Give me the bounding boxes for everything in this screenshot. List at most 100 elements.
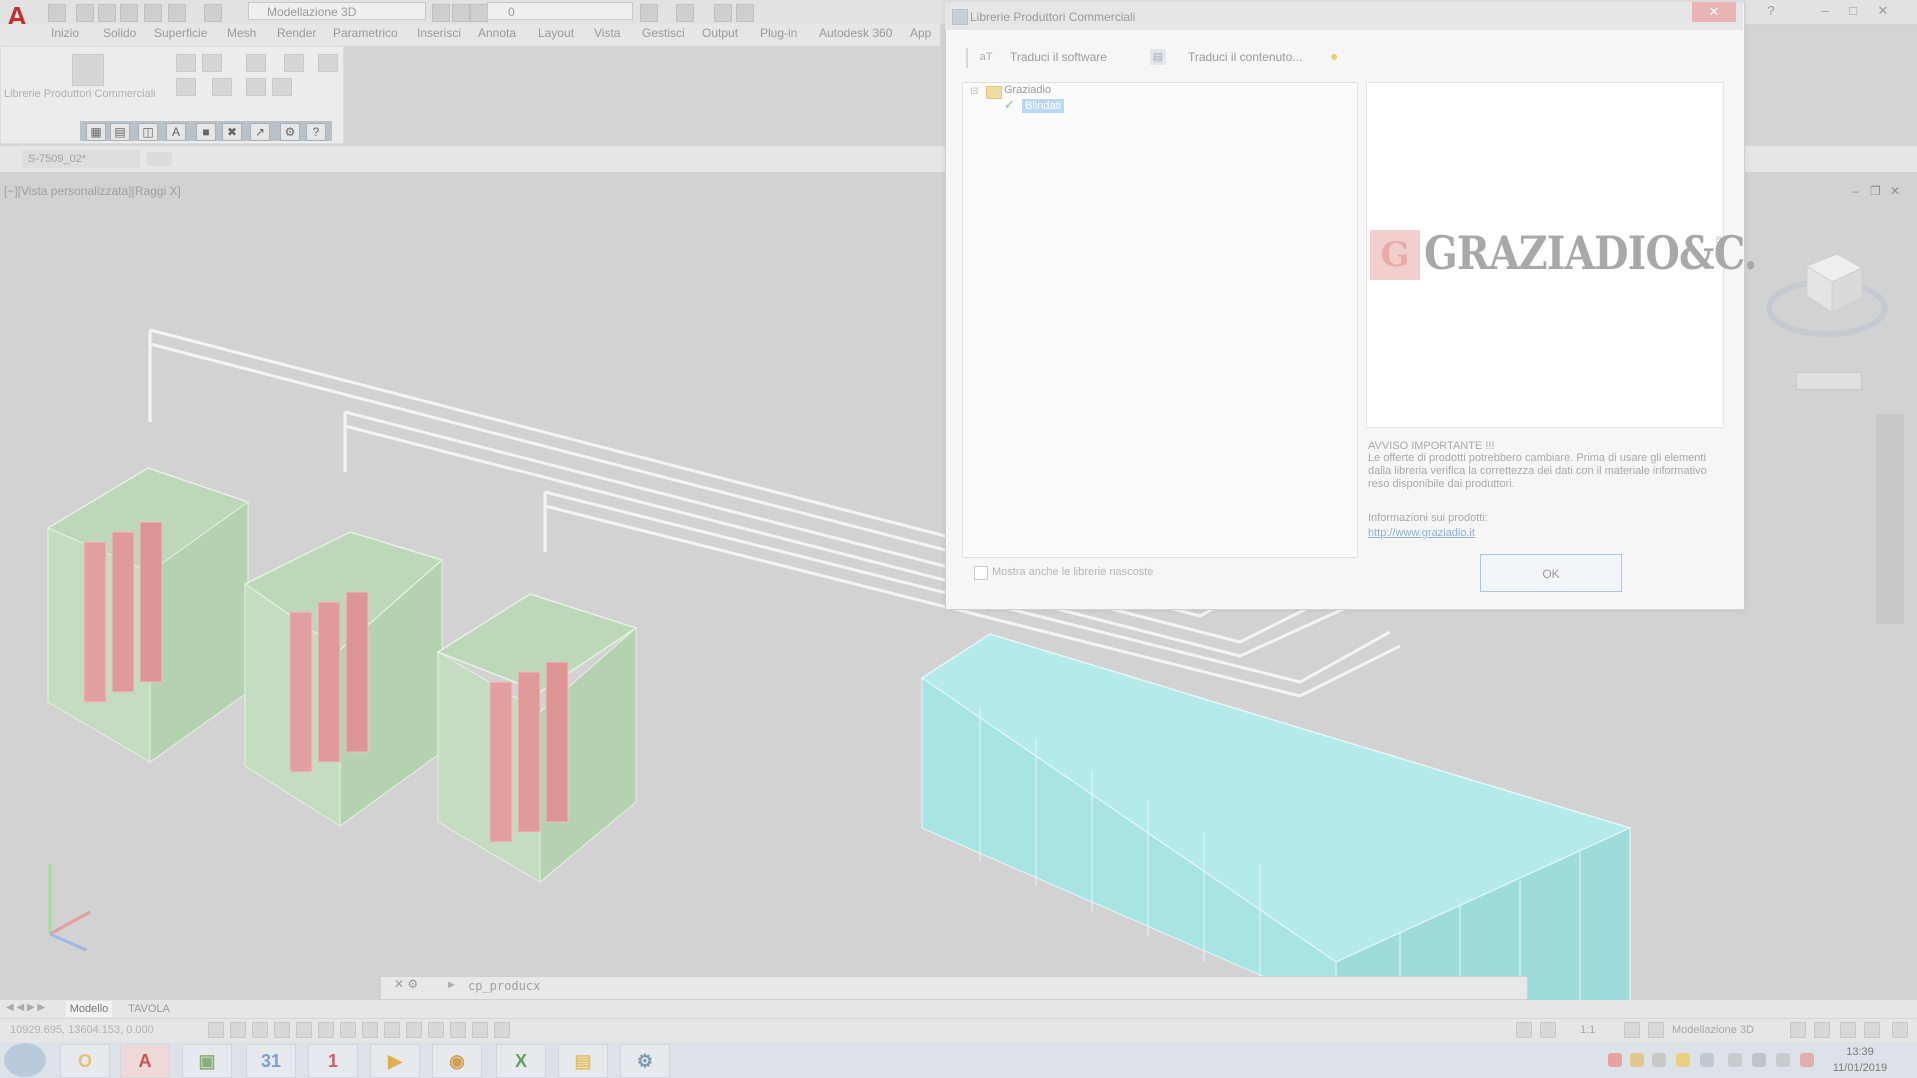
print-icon[interactable]: [144, 4, 162, 22]
workspace-select[interactable]: Modellazione 3D: [248, 2, 426, 20]
ribbon-tool-icon[interactable]: [176, 78, 196, 96]
clock-date[interactable]: 11/01/2019: [1820, 1062, 1900, 1074]
ribbon-tool-icon[interactable]: [212, 78, 232, 96]
viewcube-icon[interactable]: [1762, 246, 1892, 346]
auto-scale-icon[interactable]: [1648, 1022, 1664, 1038]
start-button-icon[interactable]: [4, 1043, 46, 1077]
tray-show-hidden-icon[interactable]: [1700, 1053, 1714, 1067]
tray-volume-icon[interactable]: [1776, 1053, 1790, 1067]
ribbon-tab-inserisci[interactable]: Inserisci: [417, 26, 461, 40]
customization-icon[interactable]: [1864, 1022, 1880, 1038]
library-manager-icon[interactable]: [72, 54, 104, 86]
ribbon-tab-autodesk-360[interactable]: Autodesk 360: [819, 26, 892, 40]
tools-icon[interactable]: ✖: [222, 123, 242, 141]
navigation-bar[interactable]: [1876, 414, 1904, 624]
save-icon[interactable]: [98, 4, 116, 22]
ribbon-tab-annota[interactable]: Annota: [478, 26, 516, 40]
ribbon-tab-plugin[interactable]: Plug-in: [760, 26, 797, 40]
translate-software-icon[interactable]: aT: [978, 49, 994, 65]
layer-sun-icon[interactable]: [452, 4, 470, 22]
translate-content-button[interactable]: Traduci il contenuto...: [1188, 50, 1302, 64]
ribbon-tab-superficie[interactable]: Superficie: [154, 26, 207, 40]
tray-app-icon[interactable]: [1630, 1053, 1644, 1067]
layer-tools-icon[interactable]: [640, 4, 658, 22]
ribbon-tab-solido[interactable]: Solido: [103, 26, 136, 40]
transparency-icon[interactable]: [428, 1022, 444, 1038]
hardware-acceleration-icon[interactable]: [1840, 1022, 1856, 1038]
ribbon-tab-output[interactable]: Output: [702, 26, 738, 40]
tree-item-graziadio[interactable]: Graziadio: [1004, 84, 1051, 96]
ribbon-tool-icon[interactable]: [246, 78, 266, 96]
new-file-icon[interactable]: [48, 4, 66, 22]
command-input[interactable]: cp_producx: [468, 979, 540, 993]
export-icon[interactable]: [714, 4, 732, 22]
help-icon[interactable]: [272, 78, 292, 96]
product-info-link[interactable]: http://www.graziadio.it: [1368, 527, 1475, 539]
command-line[interactable]: [380, 976, 1528, 1000]
redo-icon[interactable]: [204, 4, 222, 22]
file-manager-app-icon[interactable]: ▣: [182, 1044, 232, 1078]
translate-content-icon[interactable]: ▤: [1150, 49, 1166, 65]
tree-expander-icon[interactable]: ⊟: [970, 86, 978, 97]
new-tab-button[interactable]: [146, 152, 172, 166]
text-icon[interactable]: A: [166, 123, 186, 141]
ribbon-tool-icon[interactable]: [318, 54, 338, 72]
undo-icon[interactable]: [168, 4, 186, 22]
show-hidden-label[interactable]: Mostra anche le librerie nascoste: [992, 566, 1153, 578]
settings-app-icon[interactable]: ⚙: [620, 1044, 670, 1078]
ribbon-tab-parametrico[interactable]: Parametrico: [333, 26, 398, 40]
excel-app-icon[interactable]: X: [496, 1044, 546, 1078]
tray-app-icon[interactable]: [1652, 1053, 1666, 1067]
ribbon-tab-app[interactable]: App: [910, 26, 931, 40]
color-swatch-icon[interactable]: [676, 4, 694, 22]
tray-flag-icon[interactable]: [1800, 1053, 1814, 1067]
osnap-icon[interactable]: [296, 1022, 312, 1038]
otrack-icon[interactable]: [340, 1022, 356, 1038]
dyn-icon[interactable]: [384, 1022, 400, 1038]
maximize-icon[interactable]: □: [1840, 2, 1866, 20]
quick-properties-icon[interactable]: [494, 1022, 510, 1038]
tab-nav-arrows-icon[interactable]: ◀ ◀ ▶ ▶: [6, 1002, 45, 1013]
settings-icon[interactable]: ⚙: [280, 123, 300, 141]
translate-software-button[interactable]: Traduci il software: [1010, 50, 1107, 64]
library-tree[interactable]: [962, 82, 1358, 558]
model-space-icon[interactable]: [1516, 1022, 1532, 1038]
ribbon-tab-render[interactable]: Render: [277, 26, 316, 40]
lineweight-icon[interactable]: [406, 1022, 422, 1038]
plot-icon[interactable]: [736, 4, 754, 22]
file-tab[interactable]: S-7509_02*: [22, 150, 140, 168]
tray-antivirus-icon[interactable]: [1608, 1053, 1622, 1067]
media-player-app-icon[interactable]: ▶: [370, 1044, 420, 1078]
minimize-icon[interactable]: –: [1812, 2, 1838, 20]
ribbon-tool-icon[interactable]: [176, 54, 196, 72]
show-hidden-checkbox[interactable]: [974, 566, 988, 580]
tray-chat-icon[interactable]: [1728, 1053, 1742, 1067]
open-file-icon[interactable]: [76, 4, 94, 22]
calendar-app-icon[interactable]: 31: [246, 1044, 296, 1078]
3d-osnap-icon[interactable]: [318, 1022, 334, 1038]
ribbon-tab-layout[interactable]: Layout: [538, 26, 574, 40]
wcs-menu[interactable]: [1796, 372, 1862, 390]
block-icon[interactable]: ■: [196, 123, 216, 141]
annotation-scale[interactable]: 1:1: [1580, 1024, 1595, 1036]
layer-select[interactable]: 0: [487, 2, 633, 20]
tree-item-blindati[interactable]: Blindati: [1022, 99, 1065, 113]
ribbon-tool-icon[interactable]: [246, 54, 266, 72]
ribbon-tool-icon[interactable]: [202, 54, 222, 72]
snap-icon[interactable]: [208, 1022, 224, 1038]
presentation-app-icon[interactable]: 1: [308, 1044, 358, 1078]
ortho-icon[interactable]: [252, 1022, 268, 1038]
autocad-app-icon[interactable]: A: [120, 1044, 170, 1078]
tab-tavola[interactable]: TAVOLA: [118, 1001, 180, 1017]
text-tool-icon[interactable]: [284, 54, 304, 72]
close-icon[interactable]: ✕: [1870, 2, 1896, 20]
ok-button[interactable]: OK: [1480, 554, 1622, 592]
grid-icon[interactable]: ▦: [86, 123, 106, 141]
export-icon[interactable]: ↗: [250, 123, 270, 141]
enclosure-3[interactable]: [436, 593, 638, 884]
outlook-app-icon[interactable]: O: [60, 1044, 110, 1078]
layers-icon[interactable]: ◫: [138, 123, 158, 141]
tray-network-icon[interactable]: [1752, 1053, 1766, 1067]
ribbon-tab-gestisci[interactable]: Gestisci: [642, 26, 685, 40]
annotation-monitor-icon[interactable]: [472, 1022, 488, 1038]
